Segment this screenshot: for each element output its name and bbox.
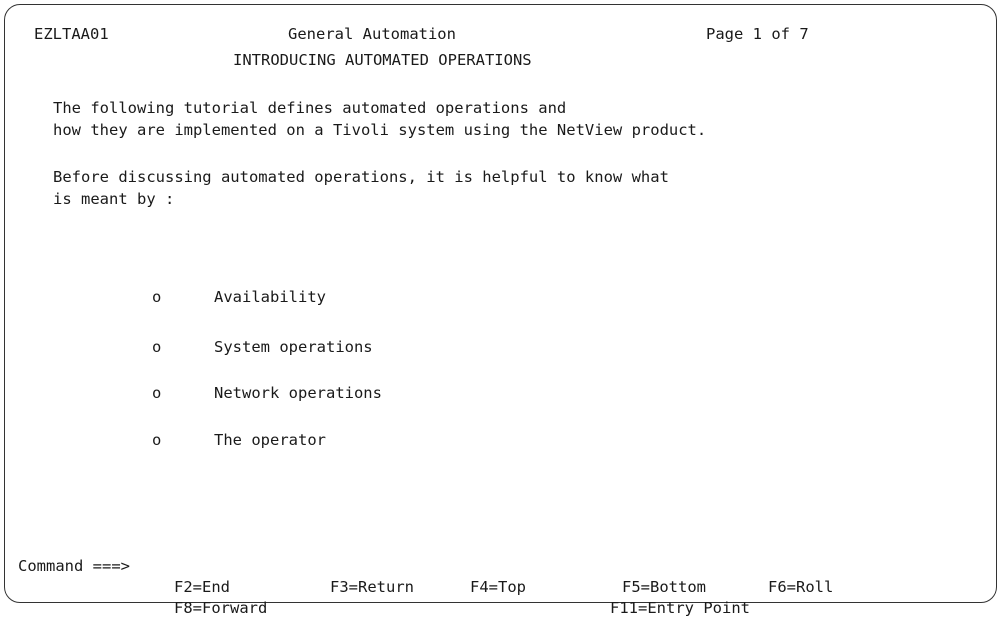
list-item: Availability	[214, 288, 326, 306]
intro-text-line-2: how they are implemented on a Tivoli sys…	[53, 121, 707, 139]
page-title: INTRODUCING AUTOMATED OPERATIONS	[233, 51, 532, 69]
page-indicator: Page 1 of 7	[706, 25, 809, 43]
f2-end-key[interactable]: F2=End	[174, 578, 230, 596]
command-label: Command ===>	[18, 557, 130, 575]
bullet-marker: o	[152, 338, 162, 356]
panel-id: EZLTAA01	[34, 25, 109, 43]
f11-entry-point-key[interactable]: F11=Entry Point	[610, 599, 750, 617]
f8-forward-key[interactable]: F8=Forward	[174, 599, 267, 617]
bullet-marker: o	[152, 288, 162, 306]
f3-return-key[interactable]: F3=Return	[330, 578, 414, 596]
f6-roll-key[interactable]: F6=Roll	[768, 578, 833, 596]
list-item: Network operations	[214, 384, 382, 402]
f4-top-key[interactable]: F4=Top	[470, 578, 526, 596]
list-item: System operations	[214, 338, 373, 356]
command-input[interactable]	[130, 556, 730, 574]
app-title: General Automation	[288, 25, 456, 43]
f5-bottom-key[interactable]: F5=Bottom	[622, 578, 706, 596]
list-item: The operator	[214, 431, 326, 449]
before-text-line-1: Before discussing automated operations, …	[53, 168, 669, 186]
bullet-marker: o	[152, 384, 162, 402]
intro-text-line-1: The following tutorial defines automated…	[53, 99, 567, 117]
before-text-line-2: is meant by :	[53, 190, 175, 208]
bullet-marker: o	[152, 431, 162, 449]
